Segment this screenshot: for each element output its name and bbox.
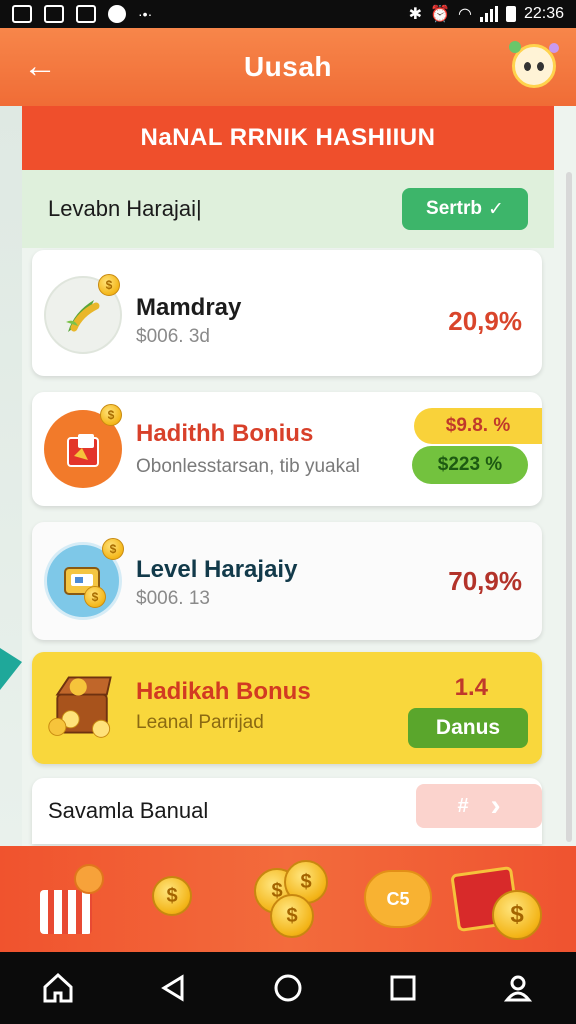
mascot-avatar-icon[interactable]: [509, 41, 559, 88]
gift-house-icon[interactable]: [36, 864, 104, 934]
gift-bag-icon[interactable]: $: [448, 854, 548, 946]
coin-icon[interactable]: $: [152, 876, 192, 916]
card-subtitle: Obonlesstarsan, tib yuakal: [136, 456, 360, 477]
card-title: Savamla Banual: [48, 798, 209, 823]
phone-notification-icon: [76, 5, 96, 23]
home-icon[interactable]: [36, 966, 80, 1010]
card-title: Hadithh Bonius: [136, 420, 314, 447]
notification-icons: ·•·: [12, 5, 152, 23]
image-notification-icon: [12, 5, 32, 23]
left-background-panel: [0, 106, 22, 846]
profile-icon[interactable]: [496, 966, 540, 1010]
list-item[interactable]: $ Hadithh Bonius Obonlesstarsan, tib yua…: [32, 392, 542, 506]
list-item[interactable]: $ Mamdray $006. 3d 20,9%: [32, 250, 542, 376]
bonus-action-button[interactable]: Danus: [408, 708, 528, 748]
status-time: 22:36: [523, 5, 564, 22]
level-row: Levabn Harajai| Sertrb ✓: [22, 170, 554, 248]
card-value: 1.4: [454, 674, 488, 701]
battery-icon: [505, 6, 516, 22]
next-button-label: #: [457, 794, 469, 817]
list-item[interactable]: Savamla Banual # ›: [32, 778, 542, 844]
right-background-panel: [554, 106, 576, 846]
check-icon: ✓: [488, 198, 504, 220]
bonus-badge-top: $9.8. %: [414, 408, 542, 444]
app-header: ← Uusah: [0, 28, 576, 106]
page-title: Uusah: [243, 51, 333, 82]
scrollbar[interactable]: [566, 172, 572, 842]
card-title: Mamdray: [136, 294, 242, 321]
teal-decoration: [0, 648, 22, 690]
list-item[interactable]: $ $ Level Harajaiy $006. 13 70,9%: [32, 522, 542, 640]
more-notifications-icon: ·•·: [138, 6, 153, 22]
bonus-badge-bottom: $223 %: [412, 446, 528, 484]
rewards-bar: $ $ $ $ C5 $: [0, 846, 576, 952]
coin-icon: $: [100, 404, 122, 426]
chevron-right-icon: ›: [490, 789, 501, 822]
home-circle-icon[interactable]: [266, 966, 310, 1010]
alarm-icon: ⏰: [430, 6, 450, 23]
card-value: 70,9%: [448, 566, 522, 596]
card-subtitle: $006. 3d: [136, 326, 210, 347]
card-title: Hadikah Bonus: [136, 678, 311, 705]
card-value: 20,9%: [448, 306, 522, 336]
coin-stack-icon[interactable]: $ $ $: [254, 860, 332, 938]
coin-icon: $: [98, 274, 120, 296]
status-bar: ·•· ✱ ⏰ ◠ 22:36: [0, 0, 576, 28]
back-triangle-icon[interactable]: [151, 966, 195, 1010]
list-item[interactable]: Hadikah Bonus Leanal Parrijad 1.4 Danus: [32, 652, 542, 764]
level-label: Levabn Harajai|: [48, 196, 202, 221]
card-subtitle: Leanal Parrijad: [136, 712, 264, 733]
status-button[interactable]: Sertrb ✓: [402, 188, 528, 230]
camera-notification-icon: [44, 5, 64, 23]
signal-icon: [479, 6, 498, 22]
card-subtitle: $006. 13: [136, 588, 210, 609]
bluetooth-icon: ✱: [408, 6, 423, 23]
heart-coin-icon[interactable]: C5: [364, 870, 432, 928]
card-title: Level Harajaiy: [136, 556, 298, 583]
coin-icon: $: [84, 586, 106, 608]
coin-icon: $: [102, 538, 124, 560]
treasure-chest-icon: [44, 666, 122, 744]
recents-square-icon[interactable]: [381, 966, 425, 1010]
wifi-icon: ◠: [457, 6, 472, 23]
next-button[interactable]: # ›: [416, 784, 542, 828]
back-arrow-icon[interactable]: ←: [18, 46, 62, 86]
section-banner: NaNAL RRNIK HASHIIUN: [22, 106, 554, 170]
system-nav-bar: [0, 952, 576, 1024]
app-notification-icon: [108, 5, 126, 23]
status-button-label: Sertrb: [426, 198, 483, 219]
